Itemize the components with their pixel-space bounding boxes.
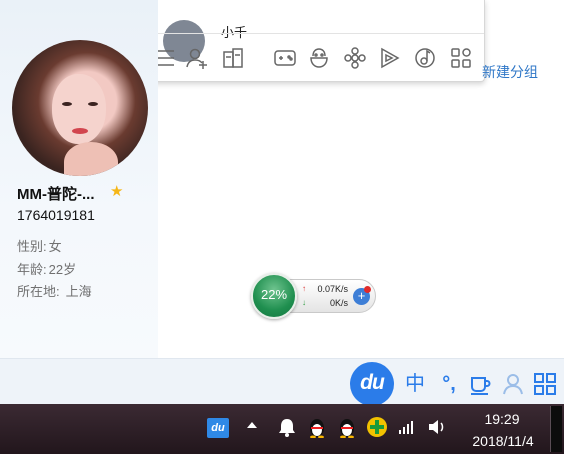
download-speed: 0K/s [329, 298, 348, 308]
gender-label: 性别: [17, 239, 47, 254]
contact-name[interactable]: 小千 [221, 22, 247, 41]
profile-qq-number: 1764019181 [17, 207, 95, 223]
avatar-eye [88, 102, 98, 106]
app-manager-icon[interactable] [221, 46, 245, 70]
download-arrow-icon: ↓ [302, 298, 306, 307]
360-security-icon[interactable] [366, 416, 388, 438]
user-icon[interactable] [501, 372, 525, 396]
clock-time[interactable]: 19:29 [470, 411, 534, 427]
profile-nickname: MM-普陀-... [17, 186, 95, 203]
more-apps-icon[interactable] [449, 46, 473, 70]
qq-pet-icon[interactable] [307, 46, 331, 70]
memory-percent: 22% [260, 287, 288, 302]
gender-value: 女 [48, 239, 62, 254]
new-group-link[interactable]: 新建分组 [482, 62, 538, 82]
flower-icon[interactable] [343, 46, 367, 70]
star-icon[interactable]: ★ [110, 182, 123, 200]
show-hidden-icon[interactable] [247, 422, 257, 428]
add-contact-icon[interactable] [185, 46, 209, 70]
game-icon[interactable] [273, 46, 297, 70]
network-speed-widget[interactable]: 22% ↑ 0.07K/s ↓ 0K/s + [251, 273, 377, 319]
profile-avatar[interactable] [12, 40, 148, 176]
alert-dot [364, 286, 371, 293]
location-value: 上海 [65, 284, 92, 299]
avatar-eye [62, 102, 72, 106]
popup-divider [139, 33, 484, 34]
age-value: 22岁 [48, 262, 77, 277]
location-label: 所在地: [17, 284, 60, 299]
volume-icon[interactable] [426, 416, 448, 438]
avatar-hand [64, 142, 118, 176]
profile-age: 年龄: 22岁 [17, 259, 76, 278]
tool-popup-panel: 小千 [138, 0, 485, 82]
profile-card: MM-普陀-... ★ 1764019181 性别: 女 年龄: 22岁 所在地: 上… [0, 0, 158, 358]
show-desktop-button[interactable] [550, 406, 562, 452]
video-play-icon[interactable] [377, 46, 401, 70]
upload-speed: 0.07K/s [317, 284, 348, 294]
grid-icon[interactable] [533, 372, 557, 396]
clock-date[interactable]: 2018/11/4 [462, 433, 544, 449]
age-label: 年龄: [17, 262, 47, 277]
baidu-ime-icon[interactable]: du [207, 418, 229, 438]
profile-location: 所在地: 上海 [17, 281, 92, 300]
notification-bell-icon[interactable] [276, 416, 298, 438]
music-icon[interactable] [413, 46, 437, 70]
baidu-ime-logo[interactable]: du [350, 362, 394, 406]
qq-penguin-icon[interactable] [306, 416, 328, 438]
qq-penguin-icon[interactable] [336, 416, 358, 438]
cup-icon[interactable] [468, 372, 492, 396]
ime-punctuation-mode[interactable]: °, [436, 370, 462, 398]
profile-gender: 性别: 女 [17, 236, 62, 255]
network-signal-icon[interactable] [396, 416, 418, 438]
avatar-lips [72, 128, 88, 134]
ime-chinese-mode[interactable]: 中 [403, 370, 427, 398]
upload-arrow-icon: ↑ [302, 284, 306, 293]
